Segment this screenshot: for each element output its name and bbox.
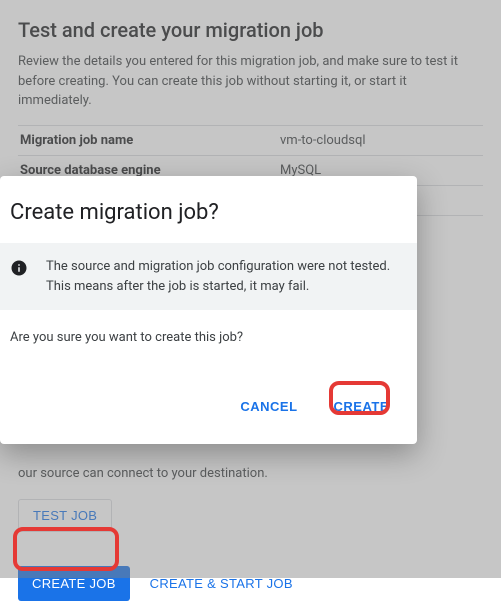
dialog-warning: The source and migration job configurati…	[0, 243, 417, 310]
info-icon	[10, 259, 28, 277]
create-migration-dialog: Create migration job? The source and mig…	[0, 176, 417, 444]
dialog-title: Create migration job?	[0, 176, 417, 243]
create-button[interactable]: CREATE	[330, 393, 393, 420]
cancel-button[interactable]: CANCEL	[236, 393, 301, 420]
dialog-warning-text: The source and migration job configurati…	[46, 257, 401, 296]
create-and-start-job-button[interactable]: CREATE & START JOB	[150, 576, 293, 591]
dialog-confirm-text: Are you sure you want to create this job…	[0, 310, 417, 385]
dialog-actions: CANCEL CREATE	[0, 385, 417, 428]
